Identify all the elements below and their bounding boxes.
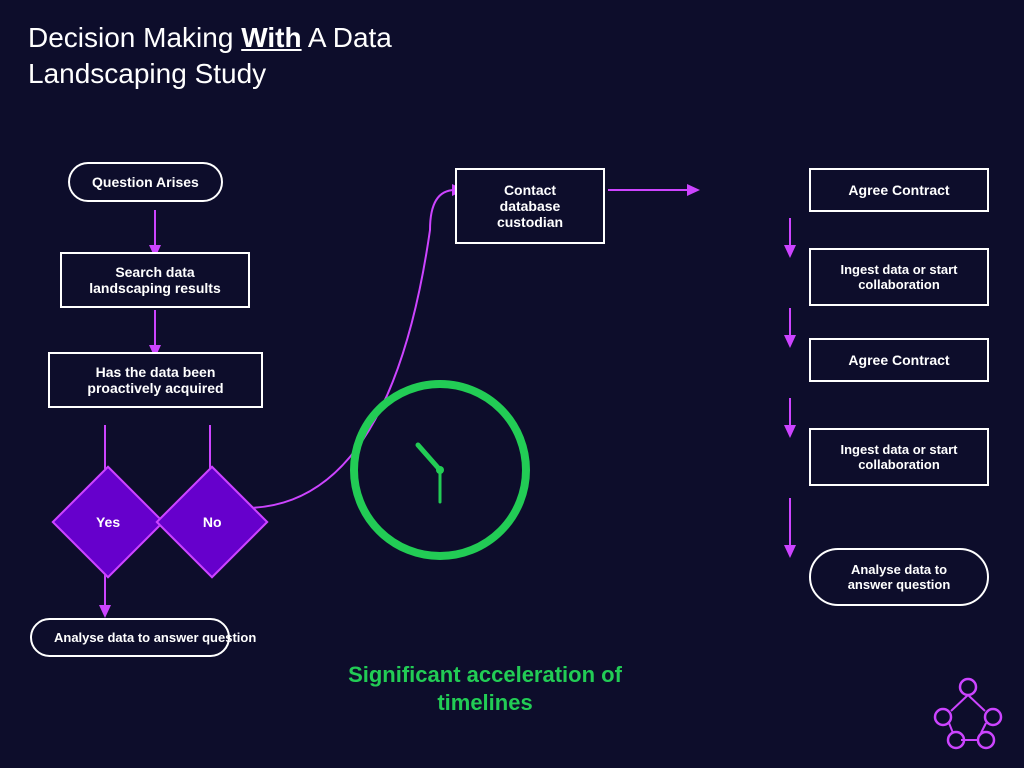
question-arises-label: Question Arises <box>68 162 223 202</box>
analyse-right-node: Analyse data to answer question <box>809 548 994 606</box>
yes-label: Yes <box>96 514 120 530</box>
acceleration-text: Significant acceleration of timelines <box>300 661 670 718</box>
has-data-node: Has the data been proactively acquired <box>48 352 263 408</box>
clock-hands <box>390 420 490 520</box>
question-arises-node: Question Arises <box>68 162 223 202</box>
ingest-data-2-node: Ingest data or start collaboration <box>809 428 994 486</box>
search-data-node: Search data landscaping results <box>60 252 250 308</box>
agree-contract-2-label: Agree Contract <box>809 338 989 382</box>
search-data-label: Search data landscaping results <box>60 252 250 308</box>
analyse-left-node: Analyse data to answer question <box>30 618 230 657</box>
yes-diamond: Yes <box>51 465 164 578</box>
analyse-right-label: Analyse data to answer question <box>809 548 989 606</box>
no-label: No <box>203 514 222 530</box>
clock <box>350 380 530 560</box>
has-data-label: Has the data been proactively acquired <box>48 352 263 408</box>
contact-database-label: Contact database custodian <box>455 168 605 244</box>
agree-contract-1-label: Agree Contract <box>809 168 989 212</box>
ingest-data-2-label: Ingest data or start collaboration <box>809 428 989 486</box>
page-title: Decision Making With A Data Landscaping … <box>28 20 392 93</box>
no-diamond: No <box>155 465 268 578</box>
ingest-data-1-node: Ingest data or start collaboration <box>809 248 994 306</box>
network-icon <box>931 675 1006 750</box>
agree-contract-1-node: Agree Contract <box>809 168 994 212</box>
clock-face <box>350 380 530 560</box>
agree-contract-2-node: Agree Contract <box>809 338 994 382</box>
analyse-left-label: Analyse data to answer question <box>30 618 230 657</box>
ingest-data-1-label: Ingest data or start collaboration <box>809 248 989 306</box>
